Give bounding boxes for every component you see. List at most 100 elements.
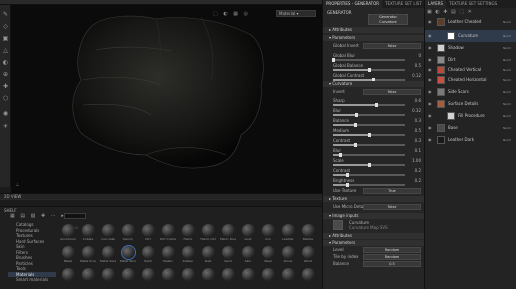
material-thumbnail[interactable]: Gold [240,224,256,241]
parameter-field[interactable]: Random [363,254,421,260]
property-slider[interactable] [333,113,405,117]
layer-row[interactable]: ◉ Leather Dark Norm [425,134,516,146]
property-slider[interactable] [333,183,405,187]
material-thumbnail[interactable] [280,268,296,285]
generator-select-button[interactable]: Generator Curvature [368,14,408,25]
layer-blend-mode[interactable]: Norm [503,42,511,54]
material-thumbnail[interactable]: Metal Worn [120,245,136,263]
material-thumbnail[interactable]: Dirt Cracks [160,224,176,241]
layer-blend-mode[interactable]: Norm [503,122,511,134]
paint-brush-icon[interactable]: ✎ [2,11,9,18]
material-thumbnail[interactable]: Metal Scratch [80,246,96,263]
layers-tab[interactable]: TEXTURE SET SETTINGS [446,0,500,8]
parameter-field[interactable]: Random [363,247,421,253]
curvature-invert-toggle[interactable]: False [363,89,421,95]
slider-handle[interactable] [353,143,357,147]
layers-tab[interactable]: LAYERS [425,0,447,8]
properties-tab[interactable]: PROPERTIES - GENERATOR [323,0,383,8]
property-slider[interactable] [333,163,405,167]
visibility-eye-icon[interactable]: ◉ [428,102,432,106]
material-thumbnail[interactable]: Metal [60,246,76,263]
material-thumbnail[interactable]: Fabric Rough [220,224,236,241]
material-thumbnail[interactable] [220,268,236,285]
layer-row[interactable]: ◉ Surface Details Norm [425,98,516,110]
material-thumbnail[interactable]: Concrete [100,224,116,241]
material-thumbnail[interactable]: Cobble [80,224,96,241]
material-thumbnail[interactable]: Denim [120,224,136,241]
material-thumbnail[interactable]: Metal Silver [100,246,116,263]
layer-blend-mode[interactable]: Norm [503,16,511,28]
slider-handle[interactable] [368,68,371,72]
section-parameters-2[interactable]: ▾ Parameters [323,240,425,246]
shelf-search-input[interactable]: Search [64,213,86,230]
visibility-eye-icon[interactable]: ◉ [428,90,432,94]
property-slider[interactable] [333,143,405,147]
layer-row[interactable]: ◉ Fill Procedure Norm [425,110,516,122]
parameter-field[interactable]: 0.5 [363,261,421,267]
layer-row[interactable]: ◉ Leather Cheated Norm [425,16,516,28]
layer-blend-mode[interactable]: Norm [503,86,511,98]
section-attributes-2[interactable]: ▸ Attributes [323,233,425,239]
viewport-toolbar-icons[interactable]: ⬚ ◐ ▦ ◎ [213,11,250,17]
camera-icon[interactable]: ◉ [2,110,9,117]
material-thumbnail[interactable]: Steel [260,246,276,263]
smudge-icon[interactable]: ◐ [2,59,9,66]
property-slider[interactable] [333,123,405,127]
layer-row[interactable]: ◉ Side Scars Norm [425,86,516,98]
geometry-mask-icon[interactable]: △ [2,47,9,54]
visibility-eye-icon[interactable]: ◉ [428,34,432,38]
material-thumbnail[interactable]: Wood [300,246,316,263]
material-thumbnail[interactable] [240,268,256,285]
shelf-toolbar-icons[interactable]: ▦ ▤ ▧ ✚ ⋯ ▸ [10,213,66,219]
material-thumbnail[interactable] [100,268,116,285]
use-texture-toggle[interactable]: True [363,188,421,194]
material-thumbnail[interactable]: Fabric [180,224,196,241]
global-invert-toggle[interactable]: False [363,43,421,49]
eraser-icon[interactable]: ◇ [2,23,9,30]
visibility-eye-icon[interactable]: ◉ [428,46,432,50]
material-thumbnail[interactable]: Leather [280,224,296,241]
properties-tab[interactable]: TEXTURE SET LIST [382,0,425,8]
material-thumbnail[interactable] [60,268,76,285]
property-slider[interactable] [333,103,405,107]
material-thumbnail[interactable]: Aluminium [60,224,76,241]
visibility-eye-icon[interactable]: ◉ [428,114,432,118]
clone-icon[interactable]: ⊕ [2,71,9,78]
material-thumbnail[interactable]: Marble [300,224,316,241]
visibility-eye-icon[interactable]: ◉ [428,68,432,72]
property-slider[interactable] [333,68,405,72]
slider-handle[interactable] [375,103,379,107]
property-slider[interactable] [332,58,405,62]
section-curvature[interactable]: ▾ Curvature [323,81,425,87]
layer-row[interactable]: ◉ Base Norm [425,122,516,134]
material-thumbnail[interactable]: Iron [260,224,276,241]
display-mode-dropdown[interactable]: Material ▾ [276,10,316,17]
slider-handle[interactable] [355,113,359,117]
property-slider[interactable] [333,133,405,137]
layer-blend-mode[interactable]: Norm [503,74,511,86]
slider-handle[interactable] [368,133,371,137]
slider-handle[interactable] [353,123,357,127]
layer-blend-mode[interactable]: Norm [503,98,511,110]
light-icon[interactable]: ☀ [2,123,9,130]
slider-handle[interactable] [346,173,350,177]
slider-handle[interactable] [339,153,343,157]
material-thumbnail[interactable]: Fabric Old [200,224,216,241]
material-thumbnail[interactable]: Stone [280,246,296,263]
material-thumbnail[interactable] [200,268,216,285]
material-thumbnail[interactable]: Rubber [180,246,196,263]
layer-row[interactable]: ◉ Cheated Horizontal Norm [425,74,516,86]
projection-icon[interactable]: ▣ [2,35,9,42]
visibility-eye-icon[interactable]: ◉ [428,78,432,82]
layer-blend-mode[interactable]: Norm [503,110,511,122]
layer-toolbar-icons[interactable]: ▣ ◐ ✚ ▤ ⬚ ✕ [427,9,473,15]
material-thumbnail[interactable]: Rust [200,246,216,263]
material-thumbnail[interactable] [80,268,96,285]
material-thumbnail[interactable] [260,268,276,285]
polygon-fill-icon[interactable]: ⬡ [2,95,9,102]
material-thumbnail[interactable] [120,268,136,285]
image-input-preview[interactable] [333,220,343,230]
section-image-inputs[interactable]: ▾ Image inputs [323,213,425,219]
picker-icon[interactable]: ✚ [2,83,9,90]
property-slider[interactable] [333,153,405,157]
